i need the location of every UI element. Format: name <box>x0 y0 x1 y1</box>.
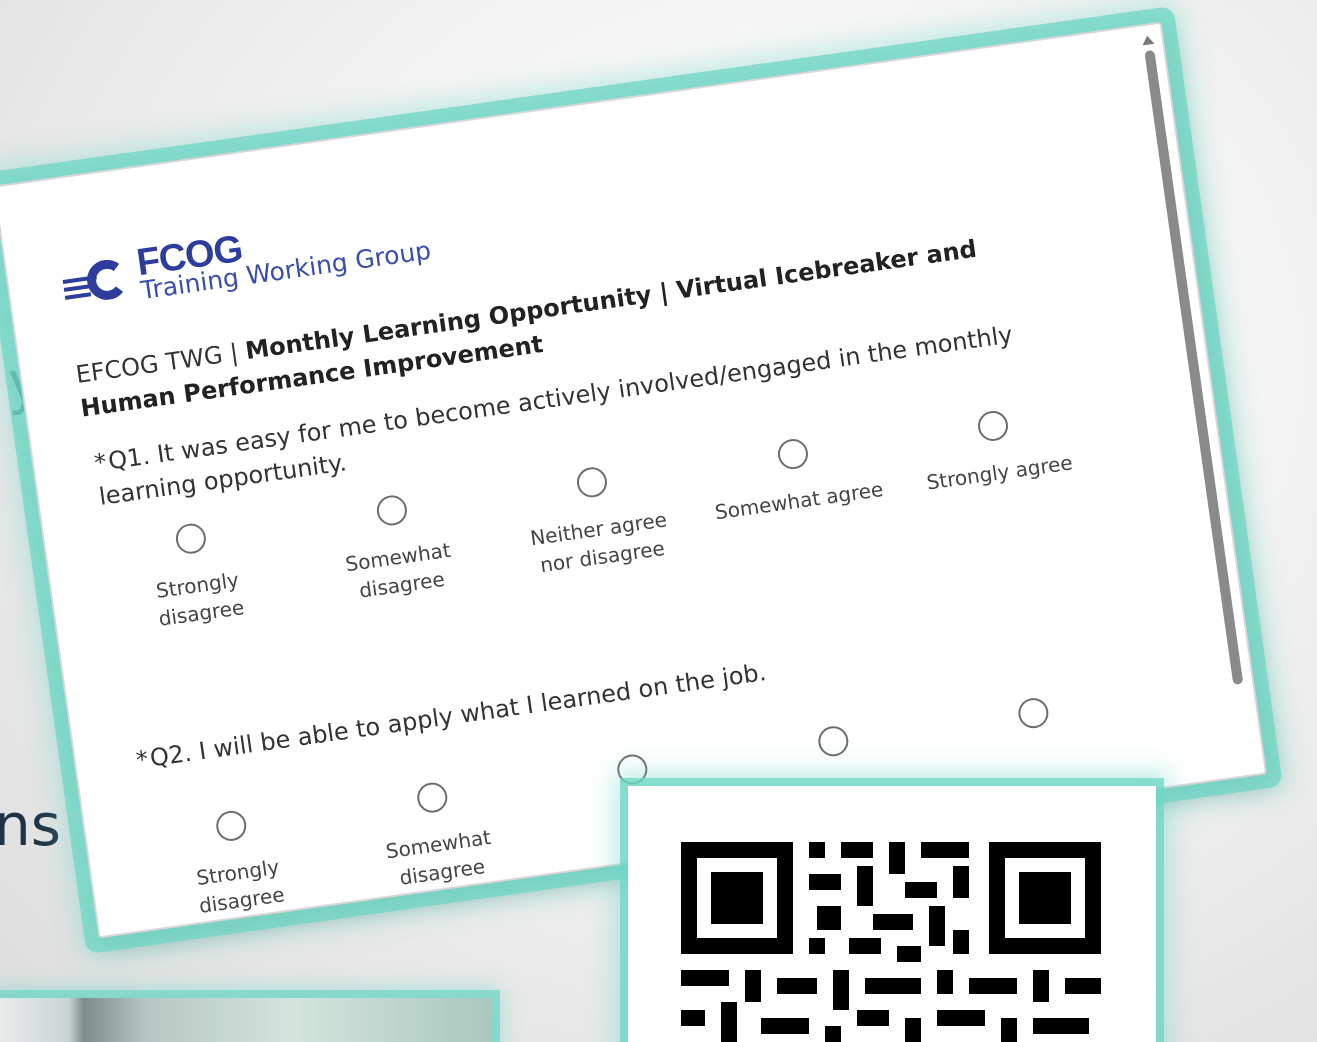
q1-option-strongly-agree[interactable]: Strongly agree <box>907 399 1090 526</box>
radio-button-icon[interactable] <box>575 465 609 500</box>
radio-button-icon[interactable] <box>615 752 650 787</box>
q1-option-somewhat-agree[interactable]: Somewhat agree <box>706 427 889 554</box>
radio-button-icon[interactable] <box>1016 696 1051 731</box>
slide-text-fragment-bottom: ns <box>0 791 61 859</box>
radio-button-icon[interactable] <box>775 437 810 472</box>
q1-option-somewhat-disagree[interactable]: Somewhat disagree <box>305 484 488 611</box>
required-marker: * <box>92 447 109 478</box>
radio-button-icon[interactable] <box>173 521 208 556</box>
radio-button-icon[interactable] <box>815 724 850 759</box>
radio-button-icon[interactable] <box>414 780 449 815</box>
required-marker: * <box>134 744 151 775</box>
option-label: Strongly disagree <box>154 567 246 631</box>
efcog-logo: FCOG Training Working Group <box>59 204 433 314</box>
option-label: Somewhat disagree <box>343 537 453 603</box>
qr-code-icon[interactable] <box>681 842 1101 1042</box>
q1-option-strongly-disagree[interactable]: Strongly disagree <box>105 512 288 639</box>
radio-button-icon[interactable] <box>214 808 249 843</box>
option-label: Somewhat agree <box>713 476 885 525</box>
scroll-up-arrow-icon[interactable] <box>1141 34 1155 46</box>
qr-code-card <box>628 786 1156 1042</box>
q1-option-neither[interactable]: Neither agree nor disagree <box>506 456 689 583</box>
vertical-scrollbar[interactable] <box>1141 34 1244 686</box>
efcog-logo-icon <box>60 254 142 314</box>
option-label: Neither agree nor disagree <box>528 507 669 578</box>
option-label: Strongly agree <box>925 450 1075 495</box>
q2-option-strongly-disagree[interactable]: Strongly disagree <box>145 799 328 926</box>
photo-fragment <box>0 998 492 1042</box>
radio-button-icon[interactable] <box>374 493 409 528</box>
q2-option-somewhat-disagree[interactable]: Somewhat disagree <box>346 771 529 898</box>
radio-button-icon[interactable] <box>976 409 1010 443</box>
option-label: Strongly disagree <box>194 854 286 919</box>
option-label: Somewhat disagree <box>384 824 493 890</box>
scroll-thumb[interactable] <box>1144 49 1244 686</box>
